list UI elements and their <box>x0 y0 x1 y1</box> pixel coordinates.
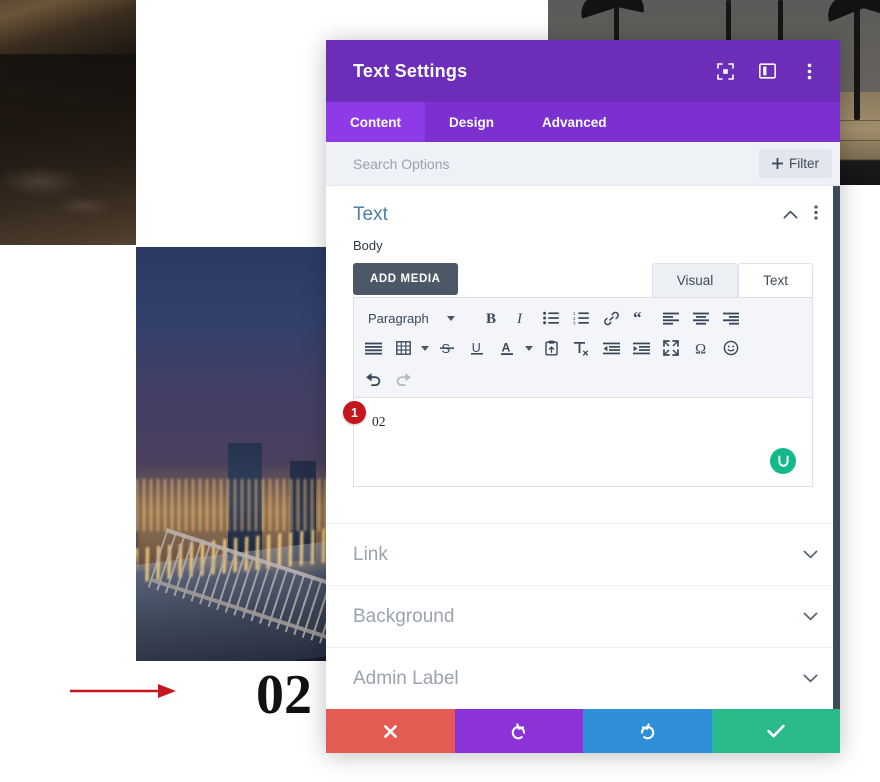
redo-icon <box>640 722 654 739</box>
undo-icon[interactable] <box>358 364 388 392</box>
text-settings-modal: Text Settings Content Design Advanced Se… <box>326 40 840 753</box>
toolbar-row-2: S U <box>358 333 808 363</box>
screenshot-root: 02 Text Settings Content Design Advanced… <box>0 0 880 782</box>
search-options-bar: Filter <box>326 142 840 186</box>
chevron-down-icon <box>803 670 818 688</box>
chevron-down-icon <box>803 608 818 626</box>
grammar-check-spinner-icon[interactable] <box>770 448 796 474</box>
filter-button-label: Filter <box>789 156 819 171</box>
redo-button[interactable] <box>583 709 712 753</box>
palm-trunk-icon <box>854 0 860 120</box>
add-media-button[interactable]: ADD MEDIA <box>353 263 458 295</box>
special-character-icon[interactable]: Ω <box>686 334 716 362</box>
modal-title: Text Settings <box>353 60 468 81</box>
underline-icon[interactable]: U <box>462 334 492 362</box>
link-icon[interactable] <box>596 304 626 332</box>
modal-footer <box>326 709 840 753</box>
filter-button[interactable]: Filter <box>759 149 832 178</box>
more-options-icon[interactable] <box>798 60 820 82</box>
strikethrough-icon[interactable]: S <box>432 334 462 362</box>
table-dropdown-caret[interactable] <box>418 345 432 351</box>
search-input[interactable] <box>353 155 759 172</box>
accordion-admin-label[interactable]: Admin Label <box>326 647 840 709</box>
chevron-down-icon <box>803 546 818 564</box>
svg-text:“: “ <box>633 311 642 325</box>
accordion-link[interactable]: Link <box>326 523 840 585</box>
bold-icon[interactable]: B <box>476 304 506 332</box>
wysiwyg-editor: Paragraph B I 1 2 3 “ U A Ω 02 <box>353 297 813 487</box>
body-field-block: Body ADD MEDIA Visual Text Paragraph B I… <box>326 234 840 487</box>
fullscreen-icon[interactable] <box>656 334 686 362</box>
modal-scrollbar[interactable] <box>833 186 840 709</box>
svg-text:I: I <box>516 311 523 326</box>
save-button[interactable] <box>711 709 840 753</box>
svg-text:Ω: Ω <box>695 342 706 357</box>
text-color-icon[interactable]: A <box>492 334 522 362</box>
editor-toolbar: Paragraph B I 1 2 3 “ U A Ω <box>354 298 812 398</box>
red-arrow-annotation <box>70 684 176 698</box>
modal-body: Text Body ADD MEDIA Visual Text Paragrap… <box>326 186 840 709</box>
blockquote-icon[interactable]: “ <box>626 304 656 332</box>
layout-columns-icon[interactable] <box>756 60 778 82</box>
accordion-admin-label-label: Admin Label <box>353 667 459 689</box>
align-right-icon[interactable] <box>716 304 746 332</box>
toolbar-row-3 <box>358 363 808 393</box>
align-center-icon[interactable] <box>686 304 716 332</box>
tab-content[interactable]: Content <box>326 102 425 142</box>
outdent-icon[interactable] <box>596 334 626 362</box>
text-section-header: Text <box>326 186 840 234</box>
undo-icon <box>512 722 526 739</box>
align-left-icon[interactable] <box>656 304 686 332</box>
paragraph-format-label: Paragraph <box>368 310 429 326</box>
cancel-button[interactable] <box>326 709 455 753</box>
accordion-background-label: Background <box>353 605 455 627</box>
chevron-down-icon <box>446 315 455 321</box>
modal-header-actions <box>714 60 820 82</box>
chevron-up-icon[interactable] <box>783 206 798 224</box>
editor-mode-tabs: Visual Text <box>651 263 813 297</box>
section-title: Text <box>353 204 388 225</box>
svg-text:A: A <box>502 341 511 355</box>
accordion-link-label: Link <box>353 543 388 565</box>
tab-visual-editor[interactable]: Visual <box>651 263 739 297</box>
step-badge-1: 1 <box>343 401 366 424</box>
bulleted-list-icon[interactable] <box>536 304 566 332</box>
section-more-options-icon[interactable] <box>814 205 818 225</box>
plus-icon <box>772 158 783 169</box>
expand-view-icon[interactable] <box>714 60 736 82</box>
modal-header: Text Settings <box>326 40 840 102</box>
body-field-label: Body <box>353 238 383 253</box>
tab-advanced[interactable]: Advanced <box>518 102 631 142</box>
italic-icon[interactable]: I <box>506 304 536 332</box>
toolbar-row-1: Paragraph B I 1 2 3 “ <box>358 303 808 333</box>
clear-formatting-icon[interactable] <box>566 334 596 362</box>
close-icon <box>383 724 397 738</box>
svg-text:3: 3 <box>573 321 576 325</box>
redo-icon[interactable] <box>388 364 418 392</box>
text-color-dropdown-caret[interactable] <box>522 345 536 351</box>
numbered-list-icon[interactable]: 1 2 3 <box>566 304 596 332</box>
tab-text-editor[interactable]: Text <box>738 263 813 297</box>
paragraph-format-select[interactable]: Paragraph <box>358 305 476 331</box>
modal-tab-bar: Content Design Advanced <box>326 102 840 142</box>
align-justify-icon[interactable] <box>358 334 388 362</box>
svg-text:U: U <box>472 341 481 355</box>
editor-content-area[interactable]: 02 <box>354 398 812 486</box>
tab-design[interactable]: Design <box>425 102 518 142</box>
indent-icon[interactable] <box>626 334 656 362</box>
undo-button[interactable] <box>454 709 583 753</box>
editor-top-row: ADD MEDIA Visual Text <box>353 263 813 297</box>
svg-text:B: B <box>486 311 496 326</box>
paste-as-text-icon[interactable] <box>536 334 566 362</box>
emoji-icon[interactable] <box>716 334 746 362</box>
mountain-lake-photo <box>0 0 136 245</box>
editor-content-text: 02 <box>372 414 386 429</box>
check-icon <box>767 724 785 738</box>
accordion-background[interactable]: Background <box>326 585 840 647</box>
table-icon[interactable] <box>388 334 418 362</box>
section-controls <box>783 205 818 225</box>
